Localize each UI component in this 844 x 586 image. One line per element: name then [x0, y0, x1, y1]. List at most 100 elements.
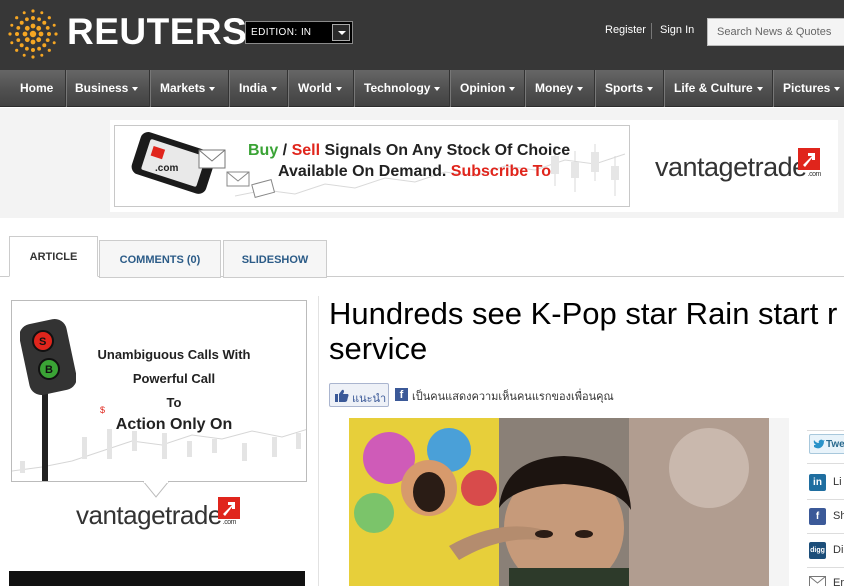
caret-down-icon — [756, 86, 763, 91]
signal-b-text: B — [45, 364, 53, 376]
edition-selector[interactable]: EDITION: IN — [245, 21, 353, 44]
caret-down-icon — [647, 86, 654, 91]
caret-down-icon — [834, 86, 841, 91]
facebook-like-button[interactable]: แนะนำ — [329, 383, 389, 407]
nav-item-label: Sports — [605, 81, 644, 95]
sign-in-link[interactable]: Sign In — [660, 24, 694, 36]
ad-headline-line2: Available On Demand. Subscribe To — [278, 163, 551, 181]
tab-comments[interactable]: COMMENTS (0) — [99, 240, 221, 278]
nav-divider — [449, 70, 450, 107]
article-photo[interactable] — [329, 418, 789, 586]
nav-item-label: Business — [75, 81, 129, 95]
chevron-down-icon[interactable] — [332, 24, 350, 41]
caret-down-icon — [132, 86, 139, 91]
side-ad-line1: Unambiguous Calls With — [97, 347, 251, 362]
column-divider — [318, 296, 319, 586]
headline-line2: service — [329, 331, 428, 366]
thumbs-up-icon — [335, 389, 349, 402]
vantagetrade-arrow-icon — [798, 148, 820, 170]
nav-item-label: World — [298, 81, 332, 95]
side-ad-line4: Action Only On — [115, 416, 233, 433]
digg-share-label[interactable]: Di — [833, 544, 843, 556]
linkedin-share-label[interactable]: Li — [833, 476, 842, 488]
nav-item-label: Technology — [364, 81, 431, 95]
share-divider — [807, 567, 844, 568]
nav-item-pictures[interactable]: Pictures — [783, 70, 841, 107]
nav-item-money[interactable]: Money — [535, 70, 584, 107]
facebook-icon: f — [395, 388, 408, 401]
nav-item-label: Home — [20, 81, 54, 95]
nav-item-technology[interactable]: Technology — [364, 70, 441, 107]
nav-item-sports[interactable]: Sports — [605, 70, 654, 107]
side-ad-speech-tail — [143, 481, 169, 498]
traffic-light-icon: S B — [20, 319, 76, 481]
ad-subscribe-text[interactable]: Subscribe To — [451, 163, 551, 180]
facebook-share-label[interactable]: Sh — [833, 510, 844, 522]
nav-item-home[interactable]: Home — [20, 70, 53, 107]
edition-label: EDITION: — [251, 27, 298, 38]
nav-divider — [353, 70, 354, 107]
nav-item-markets[interactable]: Markets — [160, 70, 216, 107]
side-brand-text: vantagetrade — [76, 500, 222, 530]
nav-item-label: India — [239, 81, 268, 95]
nav-item-label: Pictures — [783, 81, 831, 95]
article-headline: Hundreds see K-Pop star Rain start r ser… — [329, 296, 844, 366]
ad-slash-text: / — [278, 142, 292, 159]
share-divider — [807, 463, 844, 464]
nav-item-label: Life & Culture — [674, 81, 753, 95]
tab-comments-label: COMMENTS (0) — [119, 254, 201, 266]
ad-headline-line1: Buy / Sell Signals On Any Stock Of Choic… — [248, 142, 570, 160]
vantagetrade-suffix-text: .com — [807, 171, 822, 178]
share-divider — [807, 430, 844, 431]
caret-down-icon — [509, 86, 516, 91]
side-vantagetrade-logo[interactable]: vantagetrade.com — [76, 500, 236, 531]
twitter-bird-icon — [813, 439, 825, 449]
vantagetrade-logo[interactable]: vantagetrade.com — [655, 152, 821, 183]
top-ad-content[interactable]: .com Buy / Sell Signals On Any Stock Of … — [114, 125, 630, 207]
side-brand-suffix: .com — [222, 519, 237, 526]
facebook-social-text: เป็นคนแสดงความเห็นคนแรกของเพื่อนคุณ — [412, 390, 614, 403]
tweet-button[interactable]: Twe — [809, 434, 844, 454]
side-vantagetrade-arrow-icon — [218, 497, 240, 519]
nav-item-world[interactable]: World — [298, 70, 342, 107]
article-photo-image — [329, 418, 789, 586]
reuters-logo-text[interactable]: REUTERS — [67, 11, 247, 53]
header-link-divider — [651, 23, 652, 39]
tab-article[interactable]: ARTICLE — [9, 236, 98, 277]
tab-slideshow[interactable]: SLIDESHOW — [223, 240, 327, 278]
phone-screen-text: .com — [155, 163, 178, 174]
nav-divider — [149, 70, 150, 107]
nav-item-label: Opinion — [460, 81, 506, 95]
nav-item-business[interactable]: Business — [75, 70, 139, 107]
nav-item-opinion[interactable]: Opinion — [460, 70, 516, 107]
side-ad-line2: Powerful Call — [132, 371, 216, 386]
envelope-icon — [226, 171, 276, 198]
digg-icon[interactable]: digg — [809, 542, 826, 559]
nav-divider — [65, 70, 66, 107]
register-link[interactable]: Register — [605, 24, 646, 36]
nav-item-life-culture[interactable]: Life & Culture — [674, 70, 763, 107]
ad-buy-text: Buy — [248, 142, 279, 159]
search-placeholder: Search News & Quotes — [717, 26, 832, 38]
tab-article-label: ARTICLE — [29, 251, 78, 263]
tweet-label: Twe — [826, 439, 844, 450]
email-icon[interactable] — [809, 576, 826, 586]
caret-down-icon — [577, 86, 584, 91]
nav-divider — [663, 70, 664, 107]
nav-divider — [287, 70, 288, 107]
caret-down-icon — [434, 86, 441, 91]
linkedin-icon[interactable]: in — [809, 474, 826, 491]
side-ad-banner[interactable]: $ S B Unambiguous Calls With Powerful Ca… — [11, 300, 307, 482]
search-input[interactable]: Search News & Quotes — [707, 18, 844, 46]
nav-item-india[interactable]: India — [239, 70, 278, 107]
email-share-label[interactable]: Er — [833, 577, 844, 586]
nav-divider — [772, 70, 773, 107]
main-nav: Home Business Markets India World Techno… — [0, 70, 844, 107]
phone-icon: .com — [131, 132, 226, 194]
nav-divider — [524, 70, 525, 107]
ad-sell-text: Sell — [291, 142, 321, 159]
nav-item-label: Money — [535, 81, 574, 95]
nav-divider — [228, 70, 229, 107]
reuters-logo-icon[interactable] — [8, 9, 58, 59]
facebook-share-icon[interactable]: f — [809, 508, 826, 525]
